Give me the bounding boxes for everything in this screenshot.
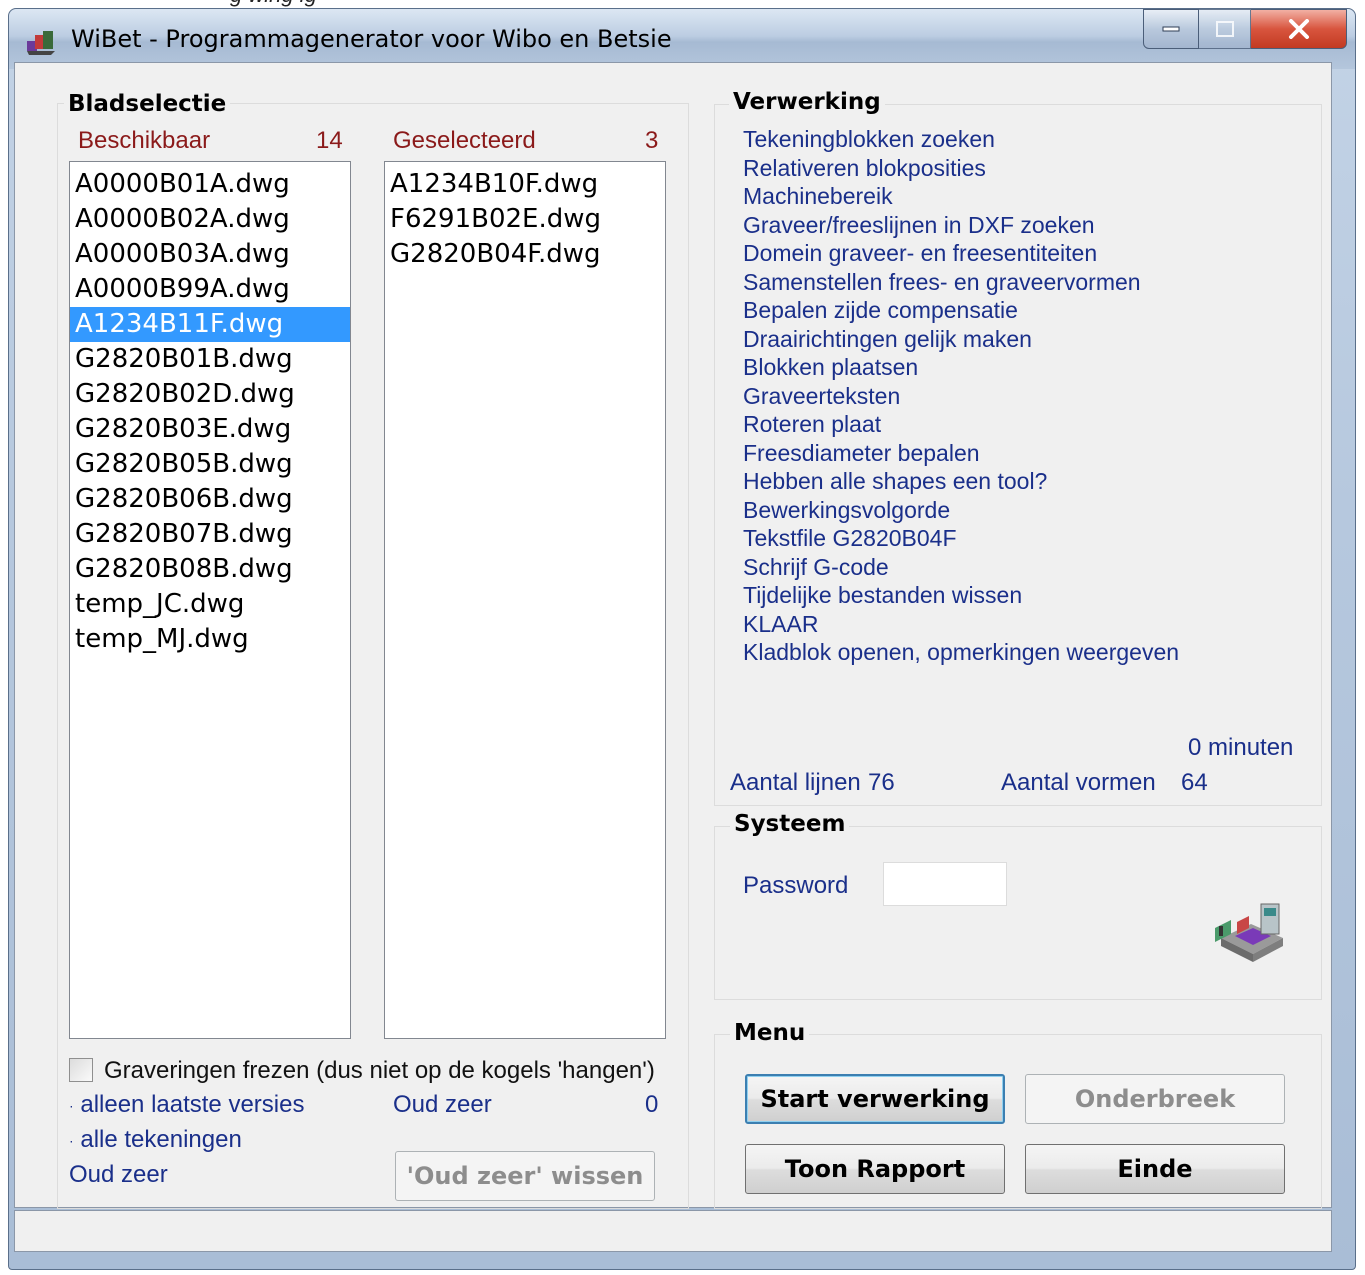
graveringen-checkbox[interactable] xyxy=(69,1058,93,1082)
list-item[interactable]: G2820B08B.dwg xyxy=(70,552,350,587)
list-item[interactable]: G2820B03E.dwg xyxy=(70,412,350,447)
verwerking-title: Verwerking xyxy=(729,89,885,115)
option-all-label: alle tekeningen xyxy=(80,1126,242,1153)
step-item: Roteren plaat xyxy=(743,411,882,437)
status-bar xyxy=(14,1210,1332,1252)
option-all-drawings[interactable]: · alle tekeningen xyxy=(69,1126,242,1154)
step-item: Tekeningblokken zoeken xyxy=(743,126,995,152)
list-item-selected[interactable]: A1234B11F.dwg xyxy=(70,307,350,342)
list-item[interactable]: G2820B01B.dwg xyxy=(70,342,350,377)
selected-count: 3 xyxy=(645,127,659,154)
list-item[interactable]: G2820B04F.dwg xyxy=(385,237,665,272)
step-item: Tijdelijke bestanden wissen xyxy=(743,582,1023,608)
step-item: Kladblok openen, opmerkingen weergeven xyxy=(743,639,1180,665)
step-item: KLAAR xyxy=(743,610,819,637)
password-label: Password xyxy=(743,872,849,899)
password-input[interactable] xyxy=(883,862,1007,906)
minimize-button[interactable] xyxy=(1143,9,1199,49)
step-item: Relativeren blokposities xyxy=(743,154,986,181)
maximize-icon xyxy=(1215,21,1234,37)
list-item[interactable]: A0000B99A.dwg xyxy=(70,272,350,307)
close-button[interactable] xyxy=(1251,9,1347,49)
step-item: Machinebereik xyxy=(743,183,893,209)
step-item: Bewerkingsvolgorde xyxy=(743,496,951,523)
einde-button[interactable]: Einde xyxy=(1025,1144,1285,1194)
shapes-label: Aantal vormen xyxy=(1001,769,1156,796)
minimize-icon xyxy=(1162,26,1180,32)
step-item: Draairichtingen gelijk maken xyxy=(743,325,1032,352)
systeem-title: Systeem xyxy=(730,811,850,837)
available-files-list[interactable]: A0000B01A.dwg A0000B02A.dwg A0000B03A.dw… xyxy=(69,161,351,1039)
list-item[interactable]: F6291B02E.dwg xyxy=(385,202,665,237)
list-item[interactable]: G2820B06B.dwg xyxy=(70,482,350,517)
close-icon xyxy=(1288,19,1309,39)
title-bar[interactable]: WiBet - Programmagenerator voor Wibo en … xyxy=(9,9,1355,69)
oud-zeer-bottom-label: Oud zeer xyxy=(69,1161,168,1188)
start-verwerking-button[interactable]: Start verwerking xyxy=(745,1074,1005,1124)
list-item[interactable]: G2820B07B.dwg xyxy=(70,517,350,552)
oud-zeer-wissen-button[interactable]: 'Oud zeer' wissen xyxy=(395,1151,655,1201)
step-item: Bepalen zijde compensatie xyxy=(743,297,1018,323)
step-item: Schrijf G-code xyxy=(743,553,889,580)
step-item: Hebben alle shapes een tool? xyxy=(743,468,1048,494)
lines-value: 76 xyxy=(868,769,895,796)
step-item: Domein graveer- en freesentiteiten xyxy=(743,240,1098,266)
toon-rapport-button[interactable]: Toon Rapport xyxy=(745,1144,1005,1194)
step-item: Graveerteksten xyxy=(743,382,901,409)
onderbreek-button[interactable]: Onderbreek xyxy=(1025,1074,1285,1124)
maximize-button[interactable] xyxy=(1199,9,1251,49)
lines-label: Aantal lijnen xyxy=(730,769,861,796)
oud-zeer-label: Oud zeer xyxy=(393,1091,492,1118)
list-item[interactable]: G2820B02D.dwg xyxy=(70,377,350,412)
graveringen-label[interactable]: Graveringen frezen (dus niet op de kogel… xyxy=(104,1057,655,1085)
step-item: Graveer/freeslijnen in DXF zoeken xyxy=(743,211,1095,238)
minutes-text: 0 minuten xyxy=(1188,734,1294,761)
background-document-text: g wing ig xyxy=(0,0,1365,8)
list-item[interactable]: A0000B02A.dwg xyxy=(70,202,350,237)
step-item: Blokken plaatsen xyxy=(743,354,919,380)
oud-zeer-count: 0 xyxy=(645,1091,659,1118)
window-title: WiBet - Programmagenerator voor Wibo en … xyxy=(71,25,672,53)
list-item[interactable]: A0000B03A.dwg xyxy=(70,237,350,272)
app-icon xyxy=(27,31,55,55)
available-label: Beschikbaar xyxy=(78,127,211,154)
available-count: 14 xyxy=(316,127,343,154)
bladselectie-title: Bladselectie xyxy=(64,91,231,117)
list-item[interactable]: temp_JC.dwg xyxy=(70,587,350,622)
selected-files-list[interactable]: A1234B10F.dwg F6291B02E.dwg G2820B04F.dw… xyxy=(384,161,666,1039)
list-item[interactable]: A1234B10F.dwg xyxy=(385,167,665,202)
option-latest-label: alleen laatste versies xyxy=(80,1091,305,1118)
bullet-dot: · xyxy=(69,1097,74,1114)
option-latest-versions[interactable]: · alleen laatste versies xyxy=(69,1091,304,1119)
shapes-value: 64 xyxy=(1181,769,1208,796)
step-item: Samenstellen frees- en graveervormen xyxy=(743,268,1141,295)
list-item[interactable]: G2820B05B.dwg xyxy=(70,447,350,482)
caption-buttons xyxy=(1143,9,1347,49)
menu-title: Menu xyxy=(730,1020,810,1046)
step-item: Freesdiameter bepalen xyxy=(743,439,980,466)
list-item[interactable]: temp_MJ.dwg xyxy=(70,622,350,657)
bullet-dot: · xyxy=(69,1132,74,1149)
selected-label: Geselecteerd xyxy=(393,127,536,154)
step-item: Tekstfile G2820B04F xyxy=(743,525,957,551)
processing-steps: Tekeningblokken zoeken Relativeren blokp… xyxy=(743,125,1179,667)
cnc-machine-icon[interactable] xyxy=(1213,898,1287,968)
list-item[interactable]: A0000B01A.dwg xyxy=(70,167,350,202)
